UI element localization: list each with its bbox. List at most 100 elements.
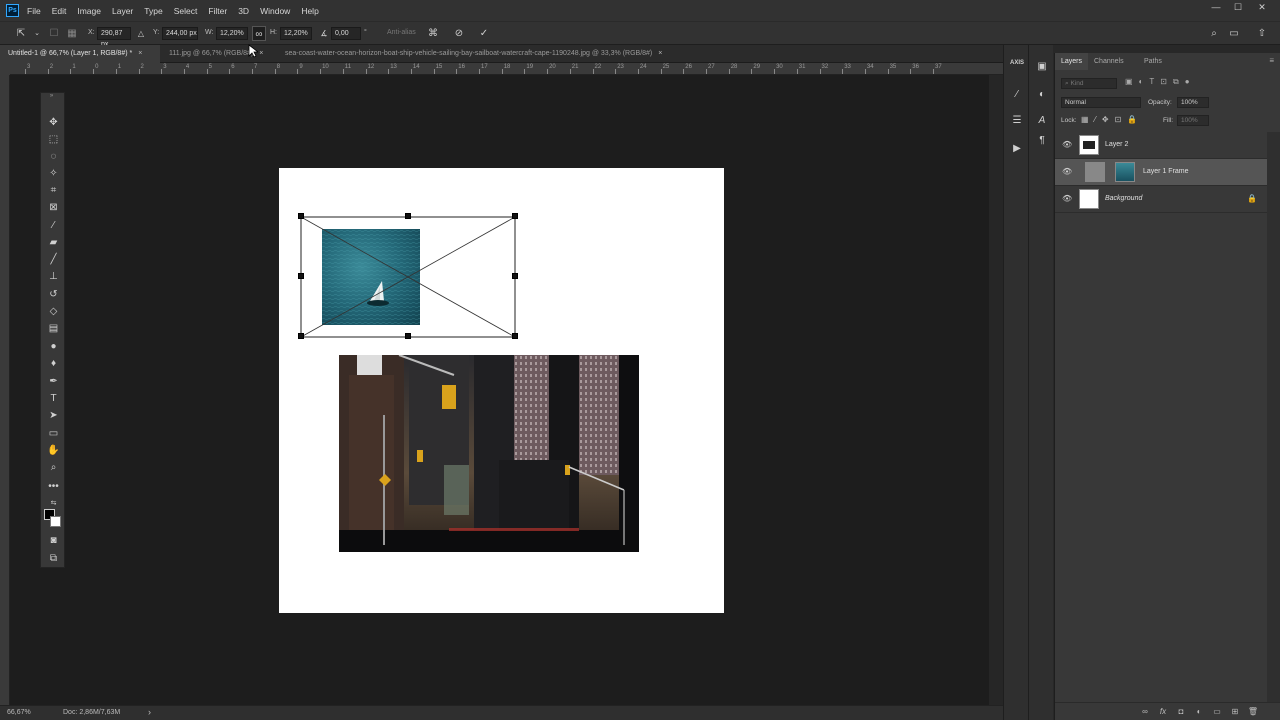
menu-layer[interactable]: Layer	[112, 6, 133, 16]
axis-plugin-icon[interactable]: AXIS	[1009, 59, 1025, 75]
menu-3d[interactable]: 3D	[238, 6, 249, 16]
menu-file[interactable]: File	[27, 6, 41, 16]
frame-tool-icon[interactable]: ⊠	[46, 200, 61, 215]
height-field[interactable]: 12,20%	[280, 27, 312, 40]
transform-handle-middle-right[interactable]	[512, 273, 518, 279]
screen-mode-icon[interactable]: ⧉	[46, 551, 61, 566]
workspace-icon[interactable]: ▭	[1227, 26, 1241, 41]
horizontal-ruler[interactable]: 3 2 1 0 1 2 3 4 5 6 7 8 9 10 11 12 13 14 15 16 17 18 19 20 21 22 2…	[10, 63, 1003, 75]
tab-sea-coast-jpg[interactable]: sea-coast-water-ocean-horizon-boat-ship-…	[277, 45, 707, 63]
tab-close-icon[interactable]: ×	[259, 50, 263, 57]
reference-point-checkbox-icon[interactable]: ☐	[47, 26, 61, 41]
tab-channels[interactable]: Channels	[1088, 53, 1130, 70]
layer-name[interactable]: Layer 2	[1105, 141, 1128, 148]
fill-field[interactable]: 100%	[1177, 115, 1209, 126]
pen-tool-icon[interactable]: ✒	[46, 374, 61, 389]
lasso-tool-icon[interactable]: ◌	[46, 149, 61, 164]
brush-settings-icon[interactable]: ⁄	[1009, 87, 1025, 103]
y-position-field[interactable]: 244,00 px	[162, 27, 198, 40]
rotation-field[interactable]: 0,00	[331, 27, 361, 40]
maximize-icon[interactable]: ☐	[1228, 2, 1248, 16]
brush-tool-icon[interactable]: ╱	[46, 252, 61, 267]
gradient-tool-icon[interactable]: ▤	[46, 321, 61, 336]
marquee-tool-icon[interactable]: ⬚	[46, 132, 61, 147]
frame-transform-box[interactable]	[296, 212, 522, 342]
transform-handle-bottom-left[interactable]	[298, 333, 304, 339]
background-color-swatch[interactable]	[50, 516, 61, 527]
tools-collapse-icon[interactable]: »	[44, 92, 59, 100]
zoom-tool-icon[interactable]: ⌕	[46, 460, 61, 475]
menu-select[interactable]: Select	[174, 6, 198, 16]
lock-icon[interactable]: 🔒	[1247, 194, 1257, 203]
lock-icons[interactable]: ▦⁄✥⊡🔒	[1081, 115, 1143, 124]
path-selection-tool-icon[interactable]: ➤	[46, 408, 61, 423]
adjustments-sliders-icon[interactable]: ☰	[1009, 113, 1025, 129]
width-field[interactable]: 12,20%	[216, 27, 248, 40]
opacity-field[interactable]: 100%	[1177, 97, 1209, 108]
adjustment-layer-icon[interactable]: ◐	[1193, 706, 1205, 718]
warp-icon[interactable]: ⌘	[426, 26, 440, 41]
eraser-tool-icon[interactable]: ◇	[46, 304, 61, 319]
rectangle-tool-icon[interactable]: ▭	[46, 426, 61, 441]
menu-image[interactable]: Image	[77, 6, 101, 16]
vertical-scrollbar[interactable]	[989, 75, 1003, 705]
delta-icon[interactable]: △	[134, 26, 148, 41]
menu-filter[interactable]: Filter	[208, 6, 227, 16]
city-street-image[interactable]	[339, 355, 639, 552]
visibility-eye-icon[interactable]: 👁	[1062, 140, 1072, 150]
menu-type[interactable]: Type	[144, 6, 162, 16]
zoom-level[interactable]: 66,67%	[7, 709, 31, 716]
share-icon[interactable]: ⇧	[1255, 26, 1269, 41]
hand-tool-icon[interactable]: ✋	[46, 443, 61, 458]
x-position-field[interactable]: 290,87 px	[97, 27, 131, 48]
more-tools-icon[interactable]: •••	[46, 479, 61, 494]
layer-filter-kind[interactable]: ⌕ Kind	[1061, 78, 1117, 89]
layers-scrollbar[interactable]	[1267, 132, 1280, 702]
search-icon[interactable]: ⌕	[1207, 26, 1221, 41]
commit-transform-icon[interactable]: ✓	[477, 26, 491, 41]
panel-menu-icon[interactable]: ≡	[1269, 56, 1274, 65]
layer-name[interactable]: Background	[1105, 195, 1142, 202]
fx-icon[interactable]: fx	[1157, 706, 1169, 718]
quick-mask-icon[interactable]: ◙	[46, 533, 61, 548]
dodge-tool-icon[interactable]: ♦	[46, 356, 61, 371]
menu-help[interactable]: Help	[301, 6, 318, 16]
tab-close-icon[interactable]: ×	[138, 50, 142, 57]
new-layer-icon[interactable]: ⊞	[1229, 706, 1241, 718]
adjustments-icon[interactable]: ◐	[1034, 87, 1050, 103]
clone-stamp-tool-icon[interactable]: ⊥	[46, 269, 61, 284]
tab-111-jpg[interactable]: 111.jpg @ 66,7% (RGB/8#) ×	[161, 45, 276, 63]
character-icon[interactable]: A	[1034, 113, 1050, 129]
layer-row-layer-2[interactable]: 👁 Layer 2	[1055, 132, 1267, 159]
reference-point-grid-icon[interactable]: ▦	[65, 26, 79, 41]
tab-close-icon[interactable]: ×	[658, 50, 662, 57]
layer-name[interactable]: Layer 1 Frame	[1143, 168, 1189, 175]
transform-handle-top-right[interactable]	[512, 213, 518, 219]
visibility-eye-icon[interactable]: 👁	[1062, 194, 1072, 204]
move-tool-icon[interactable]: ✥	[46, 115, 61, 130]
new-group-icon[interactable]: ▭	[1211, 706, 1223, 718]
layer-row-background[interactable]: 👁 Background 🔒	[1055, 186, 1267, 213]
transform-handle-middle-left[interactable]	[298, 273, 304, 279]
link-layers-icon[interactable]: ∞	[1139, 706, 1151, 718]
properties-icon[interactable]: ▣	[1034, 59, 1050, 75]
minimize-icon[interactable]: —	[1206, 2, 1226, 16]
paragraph-icon[interactable]: ¶	[1034, 133, 1050, 149]
type-tool-icon[interactable]: T	[46, 391, 61, 406]
layer-row-layer-1-frame[interactable]: 👁 Layer 1 Frame	[1055, 159, 1267, 186]
transform-handle-bottom-center[interactable]	[405, 333, 411, 339]
menu-edit[interactable]: Edit	[52, 6, 67, 16]
crop-tool-icon[interactable]: ⌗	[46, 183, 61, 198]
tab-paths[interactable]: Paths	[1138, 53, 1168, 70]
transform-handle-top-center[interactable]	[405, 213, 411, 219]
vertical-ruler[interactable]	[0, 75, 10, 705]
tab-untitled-1[interactable]: Untitled-1 @ 66,7% (Layer 1, RGB/8#) * ×	[0, 45, 160, 63]
delete-layer-icon[interactable]: 🗑	[1247, 706, 1259, 718]
chevron-down-icon[interactable]: ⌄	[30, 26, 44, 41]
actions-play-icon[interactable]: ▶	[1009, 141, 1025, 157]
blend-mode-select[interactable]: Normal	[1061, 97, 1141, 108]
antialias-label[interactable]: Anti-alias	[387, 29, 416, 36]
visibility-eye-icon[interactable]: 👁	[1062, 167, 1072, 177]
eyedropper-tool-icon[interactable]: ⁄	[46, 218, 61, 233]
blur-tool-icon[interactable]: ●	[46, 339, 61, 354]
